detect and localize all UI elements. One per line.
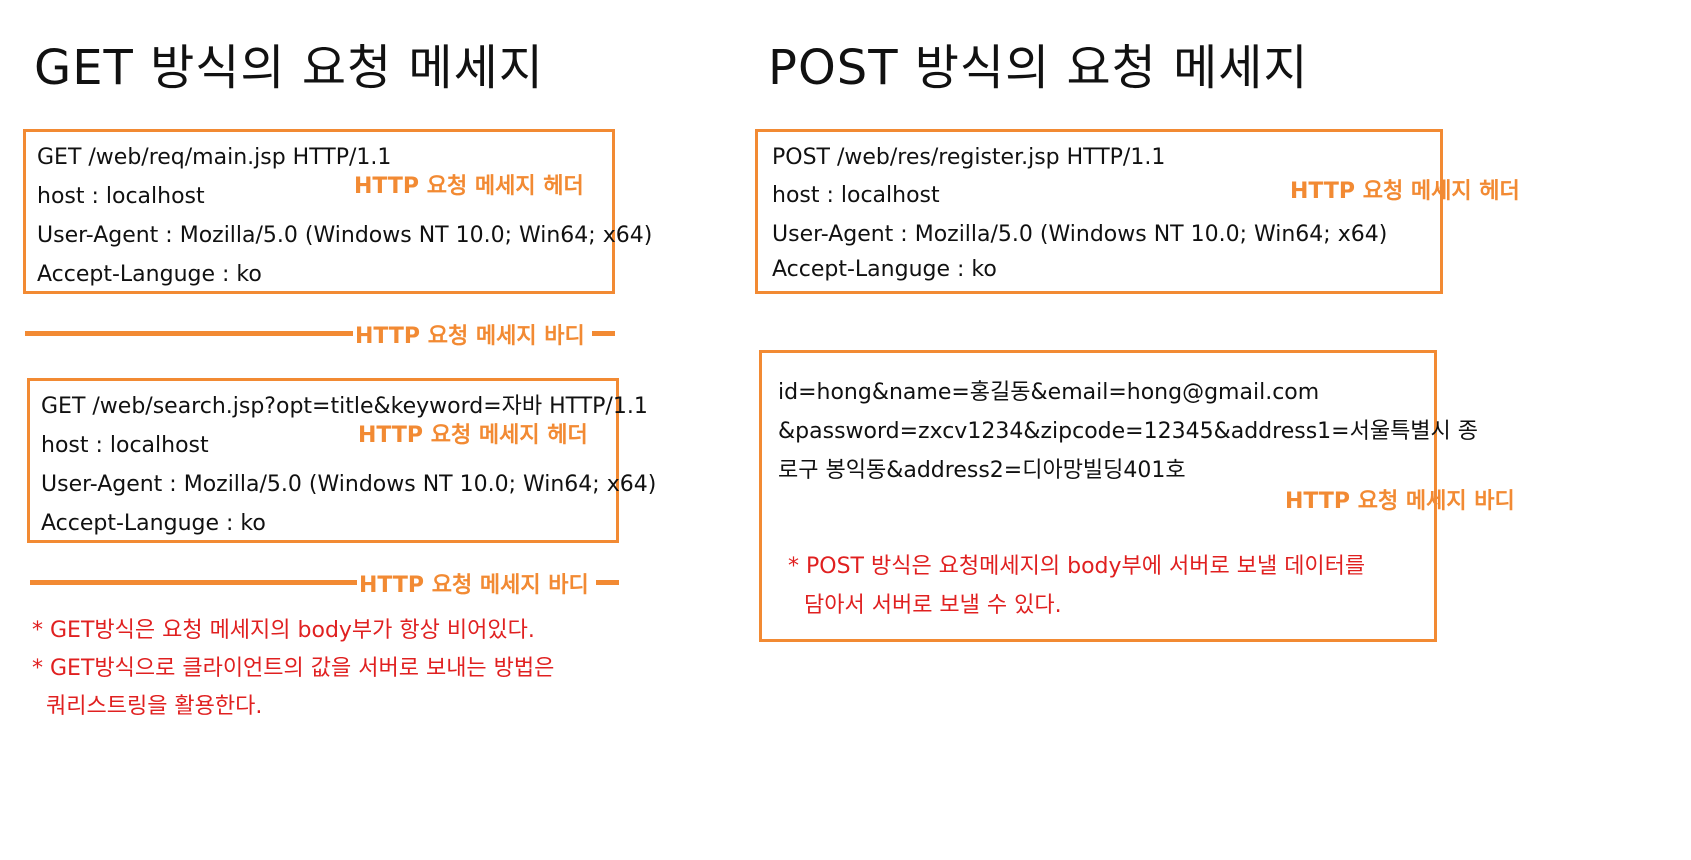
post-note-1: * POST 방식은 요청메세지의 body부에 서버로 보낼 데이터를 <box>788 554 1366 579</box>
get-example1-accept-language: Accept-Languge : ko <box>37 262 262 287</box>
get-example1-user-agent: User-Agent : Mozilla/5.0 (Windows NT 10.… <box>37 223 653 248</box>
post-request-line: POST /web/res/register.jsp HTTP/1.1 <box>772 145 1166 170</box>
get-example1-body-bar-left <box>25 331 353 336</box>
get-section-title: GET 방식의 요청 메세지 <box>34 40 544 96</box>
get-example2-body-bar-right <box>596 580 619 585</box>
get-note-2: * GET방식으로 클라이언트의 값을 서버로 보내는 방법은 <box>32 656 555 681</box>
post-body-line-2: &password=zxcv1234&zipcode=12345&address… <box>778 419 1479 444</box>
get-example2-header-label: HTTP 요청 메세지 헤더 <box>358 423 588 448</box>
post-header-label: HTTP 요청 메세지 헤더 <box>1290 179 1520 204</box>
post-accept-language: Accept-Languge : ko <box>772 257 997 282</box>
get-example1-header-box: GET /web/req/main.jsp HTTP/1.1 host : lo… <box>23 129 652 294</box>
get-note-3: 쿼리스트링을 활용한다. <box>46 694 263 719</box>
post-header-box: POST /web/res/register.jsp HTTP/1.1 host… <box>755 129 1443 294</box>
get-example1-body-label: HTTP 요청 메세지 바디 <box>355 324 585 349</box>
post-host: host : localhost <box>772 183 940 208</box>
get-example1-host: host : localhost <box>37 184 205 209</box>
get-example2-body-label: HTTP 요청 메세지 바디 <box>359 573 589 598</box>
get-example2-accept-language: Accept-Languge : ko <box>41 511 266 536</box>
get-example2-header-box: GET /web/search.jsp?opt=title&keyword=자바… <box>27 378 656 543</box>
get-example2-host: host : localhost <box>41 433 209 458</box>
post-body-line-1: id=hong&name=홍길동&email=hong@gmail.com <box>778 380 1320 405</box>
get-example1-header-label: HTTP 요청 메세지 헤더 <box>354 174 584 199</box>
post-note-2: 담아서 서버로 보낼 수 있다. <box>804 593 1062 618</box>
get-example2-body-bar-left <box>30 580 357 585</box>
get-example2-request-line: GET /web/search.jsp?opt=title&keyword=자바… <box>41 394 648 419</box>
post-user-agent: User-Agent : Mozilla/5.0 (Windows NT 10.… <box>772 222 1388 247</box>
get-note-1: * GET방식은 요청 메세지의 body부가 항상 비어있다. <box>32 618 535 643</box>
post-section-title: POST 방식의 요청 메세지 <box>768 40 1309 96</box>
get-example1-request-line: GET /web/req/main.jsp HTTP/1.1 <box>37 145 392 170</box>
post-body-line-3: 로구 봉익동&address2=디아망빌딩401호 <box>778 458 1186 483</box>
post-body-label: HTTP 요청 메세지 바디 <box>1285 489 1515 514</box>
get-example1-body-bar-right <box>592 331 615 336</box>
get-example2-user-agent: User-Agent : Mozilla/5.0 (Windows NT 10.… <box>41 472 657 497</box>
